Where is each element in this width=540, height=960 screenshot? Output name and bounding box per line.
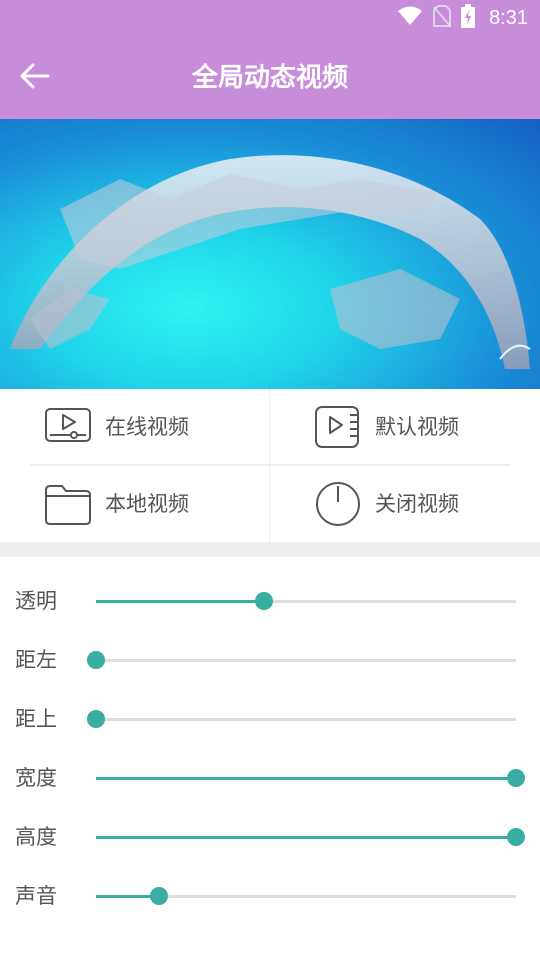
slider-fill — [96, 836, 516, 839]
slider-thumb[interactable] — [150, 887, 168, 905]
video-preview-image — [0, 119, 540, 389]
folder-icon — [44, 480, 92, 528]
status-time: 8:31 — [489, 6, 528, 29]
grid-divider-horizontal — [30, 464, 510, 466]
video-options-grid: 在线视频 默认视频 本地视频 关闭视频 — [0, 389, 540, 542]
slider-label: 透明 — [15, 589, 57, 613]
power-icon — [314, 480, 362, 528]
wifi-icon — [397, 6, 423, 30]
slider-thumb[interactable] — [87, 710, 105, 728]
slider-fill — [96, 600, 264, 603]
width-slider[interactable] — [96, 769, 525, 787]
width-slider-row: 宽度 — [0, 758, 540, 798]
slider-thumb[interactable] — [255, 592, 273, 610]
local-video-button[interactable]: 本地视频 — [0, 466, 270, 542]
battery-charging-icon — [461, 4, 476, 32]
close-video-button[interactable]: 关闭视频 — [270, 466, 540, 542]
left-offset-slider[interactable] — [87, 651, 516, 669]
default-video-label: 默认视频 — [375, 415, 459, 439]
close-video-label: 关闭视频 — [375, 492, 459, 516]
opacity-slider-row: 透明 — [0, 581, 540, 621]
status-bar: 8:31 — [0, 0, 540, 36]
opacity-slider[interactable] — [96, 592, 516, 610]
default-video-icon — [314, 403, 362, 451]
app-bar: 8:31 全局动态视频 — [0, 0, 540, 119]
slider-fill — [96, 777, 516, 780]
slider-label: 宽度 — [15, 766, 57, 790]
online-video-icon — [44, 403, 92, 451]
slider-thumb[interactable] — [87, 651, 105, 669]
left-offset-slider-row: 距左 — [0, 640, 540, 680]
slider-thumb[interactable] — [507, 828, 525, 846]
local-video-label: 本地视频 — [105, 492, 189, 516]
slider-thumb[interactable] — [507, 769, 525, 787]
online-video-button[interactable]: 在线视频 — [0, 389, 270, 465]
height-slider[interactable] — [96, 828, 525, 846]
top-offset-slider-row: 距上 — [0, 699, 540, 739]
volume-slider[interactable] — [96, 887, 516, 905]
online-video-label: 在线视频 — [105, 415, 189, 439]
page-title: 全局动态视频 — [191, 63, 348, 93]
slider-label: 距上 — [15, 707, 57, 731]
top-offset-slider[interactable] — [87, 710, 516, 728]
no-sim-icon — [433, 5, 452, 31]
section-divider — [0, 542, 540, 557]
slider-label: 高度 — [15, 825, 57, 849]
default-video-button[interactable]: 默认视频 — [270, 389, 540, 465]
slider-label: 声音 — [15, 884, 57, 908]
volume-slider-row: 声音 — [0, 876, 540, 916]
height-slider-row: 高度 — [0, 817, 540, 857]
slider-label: 距左 — [15, 648, 57, 672]
